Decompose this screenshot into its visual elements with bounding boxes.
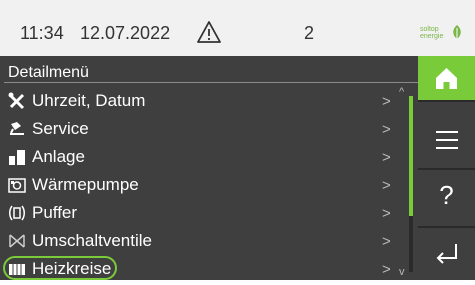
status-bar: 11:34 12.07.2022 2 soltop energie — [0, 0, 475, 56]
valve-icon — [9, 234, 25, 248]
menu-title: Detailmenü — [8, 64, 89, 81]
menu-button[interactable] — [418, 112, 475, 168]
logo-text: soltop energie — [420, 26, 444, 40]
chevron-right-icon: > — [382, 121, 391, 138]
menu-item-label: Puffer — [32, 203, 78, 222]
tools-icon — [8, 92, 25, 110]
home-button[interactable] — [418, 56, 475, 100]
help-button[interactable]: ? — [418, 170, 475, 226]
menu-item-label: Anlage — [32, 147, 85, 166]
date-display: 12.07.2022 — [80, 23, 171, 43]
chevron-right-icon: > — [382, 205, 391, 222]
menu-item-umschaltventile[interactable]: Umschaltventile > — [0, 227, 410, 255]
warning-triangle-icon[interactable] — [196, 19, 222, 45]
chevron-right-icon: > — [382, 233, 391, 250]
menu-item-anlage[interactable]: Anlage > — [0, 143, 410, 171]
time-display: 11:34 — [20, 23, 64, 43]
alarm-count: 2 — [304, 23, 315, 43]
menu-item-puffer[interactable]: Puffer > — [0, 199, 410, 227]
plant-icon — [9, 150, 25, 165]
menu-item-label: Wärmepumpe — [32, 175, 139, 194]
home-icon — [436, 68, 457, 89]
back-arrow-icon — [436, 244, 457, 264]
soltop-logo: soltop energie — [420, 24, 466, 44]
scrollbar-thumb[interactable] — [409, 96, 413, 216]
divider — [4, 82, 418, 83]
chevron-right-icon: > — [382, 93, 391, 110]
detail-menu-panel: Detailmenü Uhrzeit, Datum > Service > An… — [0, 56, 418, 280]
hamburger-menu-icon — [436, 131, 458, 149]
menu-item-uhrzeit-datum[interactable]: Uhrzeit, Datum > — [0, 87, 410, 115]
chevron-right-icon: > — [382, 177, 391, 194]
leaf-icon — [453, 25, 461, 39]
chevron-right-icon: > — [382, 261, 391, 278]
menu-item-label: Uhrzeit, Datum — [32, 91, 146, 110]
menu-item-service[interactable]: Service > — [0, 115, 410, 143]
buffer-icon — [9, 205, 25, 221]
radiator-icon — [9, 264, 25, 275]
back-button[interactable] — [418, 228, 475, 284]
side-navigation: ? — [418, 56, 475, 280]
divider — [418, 100, 475, 102]
menu-item-label: Umschaltventile — [32, 231, 152, 250]
heat-pump-icon — [8, 178, 26, 193]
scroll-up-icon[interactable]: ^ — [399, 86, 404, 98]
help-icon: ? — [439, 180, 454, 210]
menu-item-heizkreise[interactable]: Heizkreise > — [0, 255, 410, 283]
menu-item-label: Heizkreise — [32, 259, 112, 278]
menu-item-waermepumpe[interactable]: Wärmepumpe > — [0, 171, 410, 199]
chevron-right-icon: > — [382, 149, 391, 166]
service-icon — [10, 122, 24, 135]
scroll-down-icon[interactable]: v — [399, 266, 405, 278]
menu-item-label: Service — [32, 119, 89, 138]
